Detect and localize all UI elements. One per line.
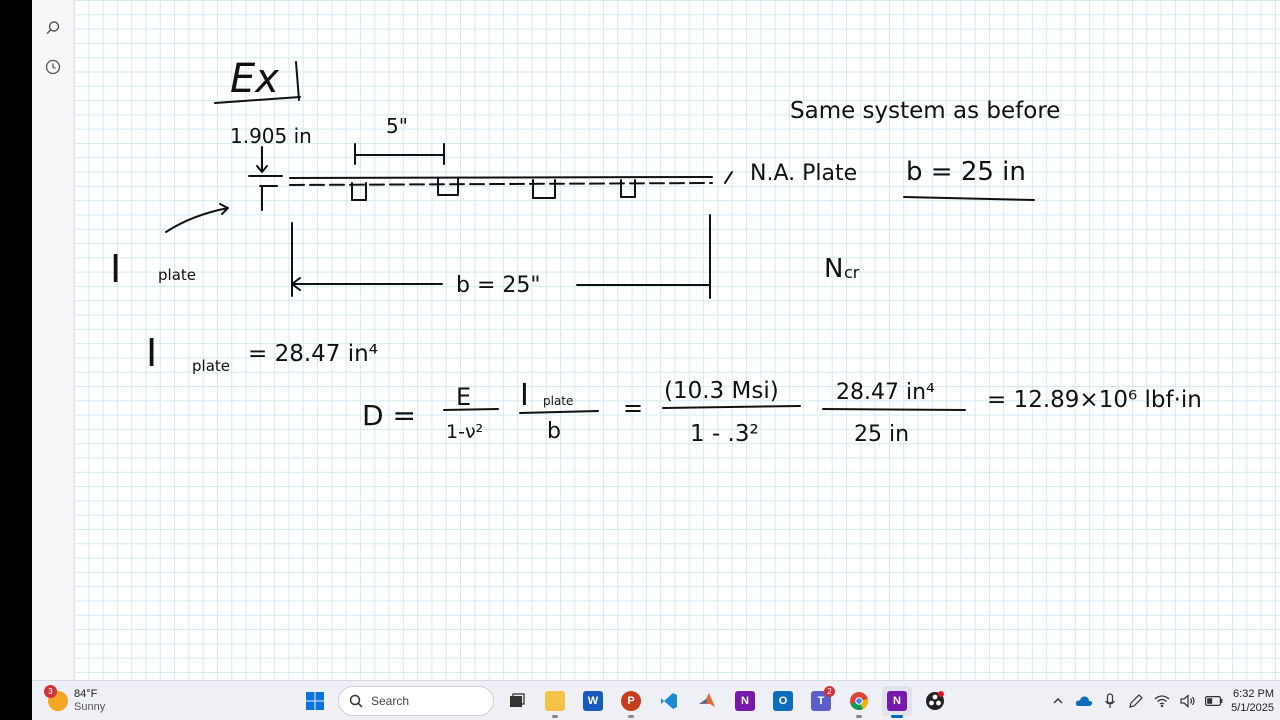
- search-placeholder: Search: [371, 694, 410, 708]
- iplate-subscript: plate: [158, 266, 196, 284]
- eq2-frac4-bar: [822, 408, 966, 411]
- eq2-frac2-bar: [519, 410, 599, 414]
- sun-icon: 3: [44, 685, 68, 711]
- eq2-frac3-num: (10.3 Msi): [664, 378, 779, 404]
- active-indicator: [891, 715, 903, 718]
- eq2-frac2-num: I: [520, 378, 529, 413]
- eq2-frac2-den: b: [547, 419, 561, 444]
- eq2-d: D =: [362, 399, 416, 432]
- onenote-window: Ex 1.905 in 5" I plate b = 25" Same syst…: [32, 0, 1280, 680]
- eq2-result: = 12.89×10⁶ lbf·in: [987, 387, 1202, 413]
- outlook-icon: O: [773, 691, 793, 711]
- clock-time: 6:32 PM: [1233, 688, 1274, 700]
- onenote-icon: N: [887, 691, 907, 711]
- thickness-arrow: [256, 146, 268, 173]
- chrome-button[interactable]: [844, 686, 874, 718]
- plate-neutral-axis: [289, 182, 713, 186]
- onenote-icon: N: [735, 691, 755, 711]
- eq1-subscript: plate: [192, 357, 230, 375]
- eq2-frac3-den: 1 - .3²: [690, 421, 759, 447]
- taskbar-search[interactable]: Search: [338, 686, 494, 716]
- pen-icon[interactable]: [1127, 692, 1145, 710]
- b-underline: [903, 196, 1035, 201]
- eq2-frac3-bar: [662, 405, 801, 409]
- onedrive-icon[interactable]: [1075, 692, 1093, 710]
- eq2-frac1-num: E: [456, 383, 471, 411]
- taskbar-apps: Search W P N O T 2 N: [300, 685, 950, 718]
- eq2-frac4-den: 25 in: [854, 422, 909, 447]
- microphone-icon[interactable]: [1101, 692, 1119, 710]
- onenote-alt-button[interactable]: N: [730, 686, 760, 716]
- note-same-system: Same system as before: [790, 98, 1060, 124]
- taskbar: 3 84°F Sunny Search W P N O T 2 N 6:32 P…: [32, 680, 1280, 720]
- eq2-frac1-den: 1-ν²: [446, 421, 483, 443]
- chevron-up-icon[interactable]: [1049, 692, 1067, 710]
- eq2-frac1-bar: [443, 408, 499, 411]
- taskbar-clock[interactable]: 6:32 PM 5/1/2025: [1231, 687, 1274, 715]
- stiffener: [437, 177, 459, 196]
- matlab-button[interactable]: [692, 686, 722, 716]
- running-indicator: [552, 715, 558, 718]
- desktop-screen: Ex 1.905 in 5" I plate b = 25" Same syst…: [0, 0, 1280, 720]
- vscode-button[interactable]: [654, 686, 684, 716]
- eq1-lhs: I: [146, 331, 157, 375]
- plate-top: [289, 176, 713, 179]
- weather-widget[interactable]: 3 84°F Sunny: [44, 685, 106, 717]
- ncr-subscript: cr: [844, 263, 860, 282]
- onenote-button[interactable]: N: [882, 686, 912, 718]
- obs-icon: [926, 691, 944, 710]
- volume-icon[interactable]: [1179, 692, 1197, 710]
- example-title: Ex: [230, 56, 279, 102]
- eq2-frac4-num: 28.47 in⁴: [836, 380, 935, 405]
- running-indicator: [628, 715, 634, 718]
- note-na-plate: N.A. Plate: [750, 161, 857, 186]
- note-b-value: b = 25 in: [906, 157, 1026, 187]
- iplate-arrow: [165, 203, 229, 233]
- file-explorer-button[interactable]: [540, 686, 570, 718]
- eq2-equals: =: [623, 394, 643, 422]
- na-pointer: [724, 171, 733, 184]
- powerpoint-button[interactable]: P: [616, 686, 646, 718]
- start-button[interactable]: [300, 686, 330, 716]
- spacing-dimension: 5": [386, 114, 408, 138]
- eq1-rhs: = 28.47 in⁴: [248, 341, 378, 367]
- word-button[interactable]: W: [578, 686, 608, 716]
- search-icon: [349, 694, 363, 708]
- stiffener: [532, 179, 556, 199]
- folder-icon: [545, 691, 565, 711]
- width-dimension: b = 25": [456, 273, 541, 298]
- teams-badge: 2: [824, 686, 835, 697]
- system-tray: 6:32 PM 5/1/2025: [1049, 685, 1274, 717]
- windows-icon: [306, 692, 324, 710]
- weather-temp: 84°F: [74, 688, 98, 700]
- obs-button[interactable]: [920, 686, 950, 716]
- teams-button[interactable]: T 2: [806, 686, 836, 716]
- battery-icon[interactable]: [1205, 692, 1223, 710]
- ncr-label: N: [824, 254, 843, 284]
- outlook-button[interactable]: O: [768, 686, 798, 716]
- weather-badge: 3: [44, 685, 57, 698]
- weather-desc: Sunny: [74, 701, 106, 713]
- task-view-icon: [510, 693, 525, 707]
- word-icon: W: [583, 691, 603, 711]
- eq2-frac2-sub: plate: [543, 394, 573, 408]
- thickness-ticks: [248, 175, 283, 211]
- title-bar: [295, 61, 300, 101]
- spacing-arrow: [354, 143, 445, 165]
- matlab-icon: [699, 693, 715, 707]
- ink-layer: Ex 1.905 in 5" I plate b = 25" Same syst…: [110, 56, 1202, 447]
- thickness-dimension: 1.905 in: [230, 124, 312, 148]
- vscode-icon: [661, 693, 677, 709]
- powerpoint-icon: P: [621, 691, 641, 711]
- wifi-icon[interactable]: [1153, 692, 1171, 710]
- running-indicator: [856, 715, 862, 718]
- iplate-label: I: [110, 247, 121, 291]
- clock-date: 5/1/2025: [1231, 702, 1274, 714]
- chrome-icon: [850, 692, 869, 710]
- task-view-button[interactable]: [502, 686, 532, 716]
